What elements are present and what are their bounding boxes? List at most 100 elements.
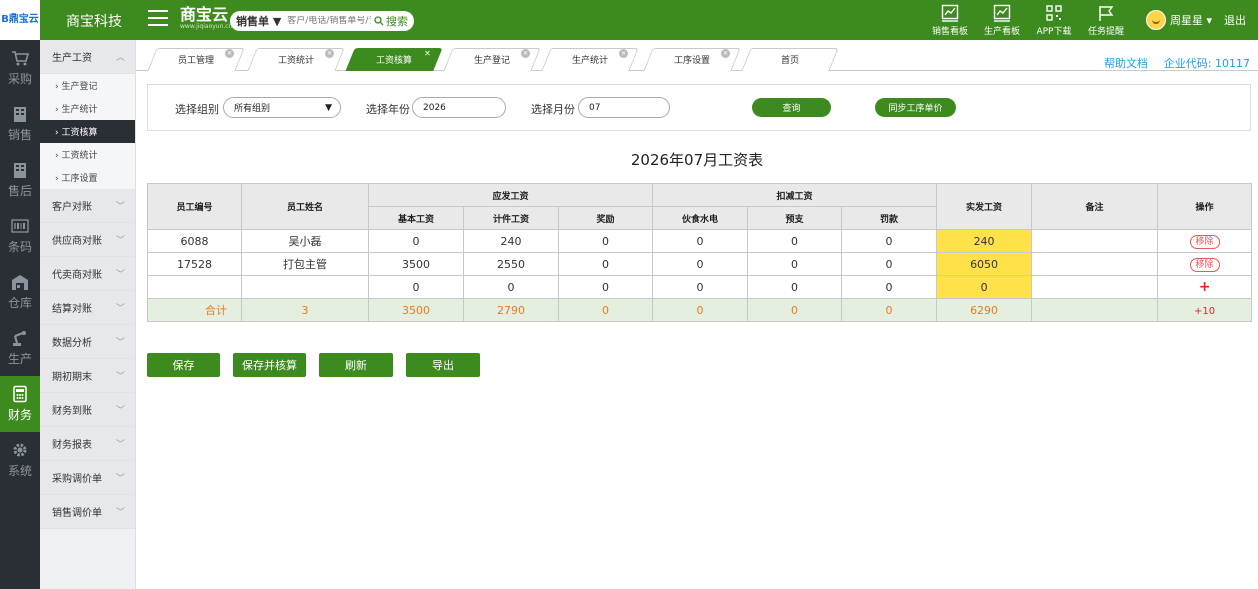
app-download-button[interactable]: APP下载 (1028, 0, 1080, 40)
main-nav: 采购 销售 售后 条码 仓库 生产 财务 系统 (0, 40, 40, 589)
submenu-item[interactable]: › 工序设置 (40, 166, 135, 189)
help-docs-link[interactable]: 帮助文档 (1104, 55, 1148, 71)
brand-logo: 商宝云 www.jiqiaoyun.cn (180, 5, 233, 30)
global-search: 销售单 ▼ 搜索 (230, 11, 414, 31)
robot-arm-icon (13, 331, 26, 346)
nav-production[interactable]: 生产 (0, 320, 40, 376)
col-emp-no: 员工编号 (147, 183, 242, 230)
submenu-item[interactable]: › 生产统计 (40, 97, 135, 120)
nav-purchase[interactable]: 采购 (0, 40, 40, 96)
submenu-group[interactable]: 数据分析 ﹀ (40, 325, 135, 359)
chevron-down-icon: ﹀ (115, 236, 125, 246)
submenu-group-production-wage[interactable]: 生产工资 ︿ (40, 40, 135, 74)
search-icon (374, 16, 384, 26)
nav-warehouse[interactable]: 仓库 (0, 264, 40, 320)
nav-sales[interactable]: 销售 (0, 96, 40, 152)
tab-production-register[interactable]: 生产登记 ✕ (443, 48, 541, 71)
chevron-down-icon: ﹀ (115, 202, 125, 212)
year-label: 选择年份 (366, 103, 410, 116)
submenu-group[interactable]: 销售调价单 ﹀ (40, 495, 135, 529)
tab-home[interactable]: 首页 (741, 48, 839, 71)
tab-employee-management[interactable]: 员工管理 ✕ (147, 48, 245, 71)
search-type-select[interactable]: 销售单 ▼ (236, 13, 281, 29)
submenu-group[interactable]: 客户对账 ﹀ (40, 189, 135, 223)
gear-icon (13, 443, 27, 457)
query-button[interactable]: 查询 (752, 98, 831, 117)
month-label: 选择月份 (531, 103, 575, 116)
submenu-group[interactable]: 代卖商对账 ﹀ (40, 257, 135, 291)
building-icon (14, 107, 26, 122)
close-tab-icon[interactable]: ✕ (521, 49, 530, 58)
add-row-button[interactable]: + (1199, 279, 1211, 295)
month-input[interactable]: 07 (578, 97, 670, 118)
chevron-down-icon: ﹀ (115, 270, 125, 280)
col-fine: 罚款 (841, 206, 938, 230)
close-tab-icon[interactable]: ✕ (423, 49, 432, 58)
chart-icon (941, 4, 959, 22)
calculator-icon (13, 385, 27, 403)
building-icon (14, 163, 26, 178)
tab-process-settings[interactable]: 工序设置 ✕ (643, 48, 741, 71)
submenu-group[interactable]: 结算对账 ﹀ (40, 291, 135, 325)
save-button[interactable]: 保存 (147, 353, 220, 377)
year-input[interactable]: 2026 (412, 97, 506, 118)
app-logo[interactable]: B鼎宝云 (0, 0, 40, 40)
group-select[interactable]: 所有组别 ▼ (223, 97, 341, 118)
table-row: 0 0 0 0 0 0 0 + (147, 275, 1253, 299)
submenu-group[interactable]: 财务报表 ﹀ (40, 427, 135, 461)
submenu-group[interactable]: 财务到账 ﹀ (40, 393, 135, 427)
search-button[interactable]: 搜索 (370, 13, 412, 29)
cart-icon (12, 51, 29, 66)
production-dashboard-button[interactable]: 生产看板 (976, 0, 1028, 40)
task-reminder-button[interactable]: 任务提醒 (1080, 0, 1132, 40)
tab-wage-statistics[interactable]: 工资统计 ✕ (247, 48, 345, 71)
logout-link[interactable]: 退出 (1224, 12, 1246, 28)
add-ten-rows-button[interactable]: +10 (1194, 306, 1215, 317)
sub-menu: 生产工资 ︿ › 生产登记 › 生产统计 › 工资核算 › 工资统计 › 工序设置… (40, 40, 136, 589)
sales-dashboard-button[interactable]: 销售看板 (924, 0, 976, 40)
tab-production-statistics[interactable]: 生产统计 ✕ (541, 48, 639, 71)
nav-system[interactable]: 系统 (0, 432, 40, 488)
col-piece: 计件工资 (463, 206, 559, 230)
avatar (1145, 10, 1166, 30)
table-row: 6088 吴小磊 0 240 0 0 0 0 240 移除 (147, 229, 1253, 253)
top-bar: B鼎宝云 商宝科技 商宝云 www.jiqiaoyun.cn 销售单 ▼ 搜索 … (0, 0, 1258, 40)
submenu-item[interactable]: › 工资统计 (40, 143, 135, 166)
tab-wage-accounting[interactable]: 工资核算 ✕ (345, 48, 443, 71)
submenu-item[interactable]: › 生产登记 (40, 74, 135, 97)
chevron-down-icon: ﹀ (115, 406, 125, 416)
submenu-group[interactable]: 供应商对账 ﹀ (40, 223, 135, 257)
action-bar: 保存 保存并核算 刷新 导出 (147, 353, 480, 377)
sync-price-button[interactable]: 同步工序单价 (875, 98, 956, 117)
group-label: 选择组别 (175, 103, 219, 116)
chevron-down-icon: ﹀ (115, 474, 125, 484)
nav-barcode[interactable]: 条码 (0, 208, 40, 264)
remove-button[interactable]: 移除 (1189, 257, 1220, 272)
user-menu[interactable]: 周星星 ▾ 退出 (1132, 0, 1258, 40)
filter-panel: 选择组别 所有组别 ▼ 选择年份 2026 选择月份 07 查询 同步工序单价 (147, 84, 1251, 131)
corp-code: 企业代码: 10117 (1163, 57, 1250, 70)
close-tab-icon[interactable]: ✕ (619, 49, 628, 58)
submenu-item-active[interactable]: › 工资核算 (40, 120, 135, 143)
col-remark: 备注 (1031, 183, 1159, 230)
nav-finance[interactable]: 财务 (0, 376, 40, 432)
close-tab-icon[interactable]: ✕ (325, 49, 334, 58)
refresh-button[interactable]: 刷新 (319, 353, 393, 377)
chevron-down-icon: ﹀ (115, 508, 125, 518)
tab-bar: 员工管理 ✕ 工资统计 ✕ 工资核算 ✕ 生产登记 ✕ 生产统计 ✕ 工序设置 ✕ 首页 帮… (136, 40, 1258, 71)
warehouse-icon (12, 275, 28, 290)
nav-after-sales[interactable]: 售后 (0, 152, 40, 208)
qrcode-icon (1046, 4, 1062, 21)
menu-toggle-icon[interactable] (148, 10, 168, 28)
close-tab-icon[interactable]: ✕ (225, 49, 234, 58)
close-tab-icon[interactable]: ✕ (721, 49, 730, 58)
flag-icon (1099, 5, 1114, 21)
chevron-up-icon: ︿ (115, 53, 125, 63)
col-base: 基本工资 (368, 206, 464, 230)
page-title: 2026年07月工资表 (630, 151, 764, 169)
submenu-group[interactable]: 期初期末 ﹀ (40, 359, 135, 393)
remove-button[interactable]: 移除 (1189, 234, 1220, 249)
save-and-calc-button[interactable]: 保存并核算 (233, 353, 306, 377)
submenu-group[interactable]: 采购调价单 ﹀ (40, 461, 135, 495)
export-button[interactable]: 导出 (406, 353, 480, 377)
